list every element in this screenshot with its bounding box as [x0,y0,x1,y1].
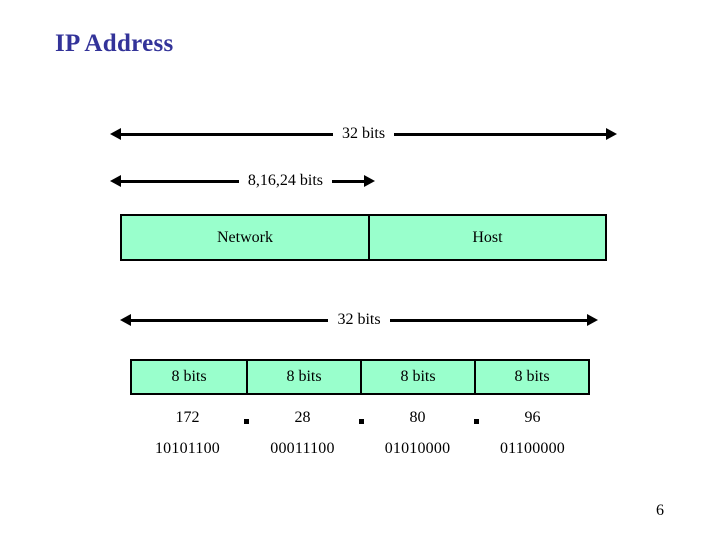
binary-octet-4: 01100000 [499,440,565,457]
arrow-line-left [110,175,239,187]
page-number: 6 [656,502,664,519]
classful-address-bar: Network Host [120,214,607,261]
arrow-line-left [110,128,333,140]
measure-arrow-32-bits-top: 32 bits [110,124,617,144]
decimal-octet-4: 96 [475,409,590,427]
decimal-octet-3: 80 [360,409,479,427]
decimal-octet-2: 28 [245,409,364,427]
decimal-octet-2-value: 28 [294,409,311,426]
page-title: IP Address [55,30,174,57]
decimal-octet-1: 172 [130,409,249,427]
field-cell-host: Host [368,216,605,259]
decimal-octet-1-value: 172 [175,409,200,426]
arrowhead-left-icon [110,128,121,140]
binary-octets-row: 10101100 00011100 01010000 01100000 [130,440,590,458]
arrow-line-right [332,175,375,187]
arrow-line-left [120,314,329,326]
octet-box-1: 8 bits [132,361,246,393]
octet-boxes-bar: 8 bits 8 bits 8 bits 8 bits [130,359,590,395]
decimal-octet-3-value: 80 [409,409,426,426]
arrowhead-left-icon [120,314,131,326]
arrowhead-left-icon [110,175,121,187]
decimal-octet-4-value: 96 [524,409,541,426]
octet-box-2: 8 bits [246,361,360,393]
field-cell-network: Network [122,216,368,259]
octet-box-3: 8 bits [360,361,474,393]
arrowhead-right-icon [587,314,598,326]
arrowhead-right-icon [364,175,375,187]
measure-label-32-bits-top: 32 bits [341,125,386,142]
measure-arrow-32-bits-lower: 32 bits [120,310,598,330]
arrow-line-right [394,128,617,140]
binary-octet-2: 00011100 [270,440,335,457]
measure-label-32-bits-lower: 32 bits [337,311,381,328]
octet-box-4: 8 bits [474,361,588,393]
slide-canvas: IP Address 32 bits 8,16,24 bits Network … [0,0,720,540]
binary-octet-3: 01010000 [384,440,451,457]
measure-label-prefix-bits: 8,16,24 bits [247,172,323,189]
measure-arrow-prefix-bits: 8,16,24 bits [110,171,375,191]
arrowhead-right-icon [606,128,617,140]
binary-octet-1: 10101100 [154,440,220,457]
decimal-octets-row: 172 28 80 96 [130,409,590,427]
arrow-line-right [389,314,598,326]
